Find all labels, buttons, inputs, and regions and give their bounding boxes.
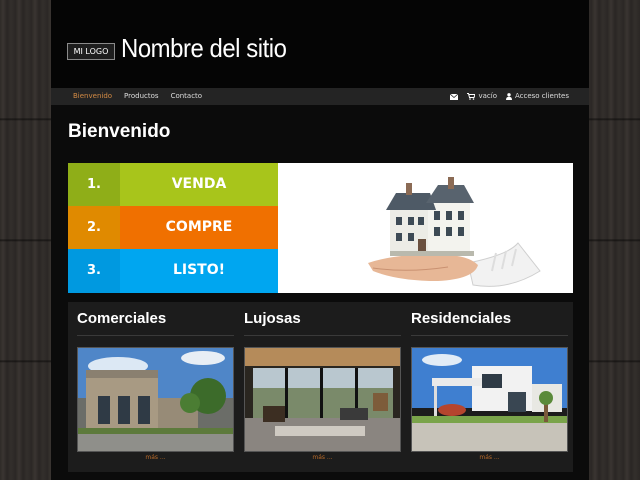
cart-icon: [467, 93, 476, 100]
page-title: Bienvenido: [68, 121, 171, 142]
site-logo[interactable]: MI LOGO: [67, 43, 115, 60]
user-icon: [505, 93, 512, 100]
step-number: 2.: [68, 206, 120, 249]
mail-link[interactable]: [450, 93, 459, 100]
more-link[interactable]: más ...: [77, 454, 234, 461]
category-comerciales: Comerciales más ...: [77, 302, 234, 472]
category-title: Residenciales: [411, 310, 512, 327]
client-login-label: Acceso clientes: [514, 92, 569, 100]
envelope-icon: [450, 93, 459, 100]
main-navbar: Bienvenido Productos Contacto vacío Acce…: [51, 88, 589, 105]
step-buy[interactable]: 2. COMPRE: [68, 206, 278, 249]
category-residenciales: Residenciales más ...: [411, 302, 568, 472]
divider: [77, 335, 234, 336]
step-number: 1.: [68, 163, 120, 206]
category-lujosas: Lujosas más ...: [244, 302, 401, 472]
house-in-hand-image: [278, 163, 573, 293]
nav-item-productos[interactable]: Productos: [124, 88, 159, 105]
client-login-link[interactable]: Acceso clientes: [505, 88, 569, 105]
property-categories: Comerciales más ... Lujosas más ... Resi…: [68, 302, 573, 472]
nav-utility: vacío Acceso clientes: [450, 88, 569, 105]
divider: [244, 335, 401, 336]
category-title: Comerciales: [77, 310, 167, 327]
site-header: MI LOGO Nombre del sitio: [51, 0, 589, 88]
more-link[interactable]: más ...: [244, 454, 401, 461]
luxury-interior-photo[interactable]: [244, 347, 401, 452]
nav-item-bienvenido[interactable]: Bienvenido: [73, 88, 112, 105]
divider: [411, 335, 568, 336]
step-sell[interactable]: 1. VENDA: [68, 163, 278, 206]
cart-link[interactable]: vacío: [467, 88, 497, 105]
nav-item-contacto[interactable]: Contacto: [171, 88, 203, 105]
step-number: 3.: [68, 249, 120, 293]
more-link[interactable]: más ...: [411, 454, 568, 461]
step-ready[interactable]: 3. LISTO!: [68, 249, 278, 293]
page-container: MI LOGO Nombre del sitio Bienvenido Prod…: [51, 0, 589, 480]
nav-menu: Bienvenido Productos Contacto: [73, 88, 202, 105]
category-title: Lujosas: [244, 310, 301, 327]
step-label: VENDA: [120, 163, 278, 206]
site-title[interactable]: Nombre del sitio: [121, 33, 287, 64]
commercial-building-photo[interactable]: [77, 347, 234, 452]
steps-banner: 1. VENDA 2. COMPRE 3. LISTO!: [68, 163, 573, 293]
cart-label: vacío: [478, 92, 497, 100]
step-label: LISTO!: [120, 249, 278, 293]
step-label: COMPRE: [120, 206, 278, 249]
residential-house-photo[interactable]: [411, 347, 568, 452]
